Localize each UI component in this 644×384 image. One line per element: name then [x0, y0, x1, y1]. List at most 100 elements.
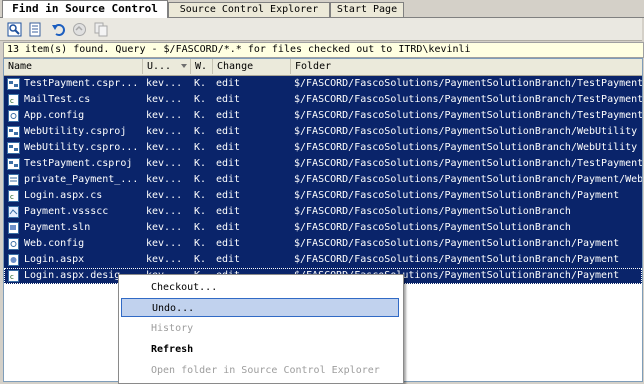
cell-change: edit	[216, 94, 241, 105]
copy-icon	[94, 22, 108, 36]
cell-workspace: K.	[194, 254, 207, 265]
open-file-button[interactable]	[27, 21, 44, 37]
find-icon	[7, 22, 22, 36]
copy-button[interactable]	[93, 21, 110, 37]
cell-change: edit	[216, 126, 241, 137]
cell-user: kev...	[146, 222, 183, 233]
undo-icon	[52, 23, 65, 36]
menu-item-refresh[interactable]: Refresh	[121, 340, 399, 359]
cell-user: kev...	[146, 206, 183, 217]
table-row[interactable]: Payment.sln kev... K. edit $/FASCORD/FascoSo…	[4, 220, 642, 236]
config-file-icon	[7, 110, 20, 122]
cell-change: edit	[216, 110, 241, 121]
cs-file-icon: c	[7, 190, 20, 202]
cell-change: edit	[216, 254, 241, 265]
cell-name: private_Payment_...	[24, 174, 139, 185]
column-header-name[interactable]: Name	[4, 59, 143, 74]
cell-name: Login.aspx.cs	[24, 190, 103, 201]
menu-item-history: History	[151, 323, 194, 334]
cell-folder: $/FASCORD/FascoSolutions/PaymentSolution…	[294, 206, 571, 217]
menu-item-undo[interactable]: Undo...	[121, 298, 399, 317]
toolbar	[0, 18, 642, 41]
tab-find-in-source-control[interactable]: Find in Source Control	[2, 0, 168, 18]
file-icon	[7, 174, 20, 186]
table-row[interactable]: private_Payment_... kev... K. edit $/FASCORD…	[4, 172, 642, 188]
column-header-label: U...	[147, 61, 172, 72]
table-row[interactable]: WebUtility.cspro... kev... K. edit $/FASCORD…	[4, 140, 642, 156]
cs-file-icon: c	[7, 270, 20, 282]
scc-file-icon	[7, 206, 20, 218]
cell-user: kev...	[146, 110, 183, 121]
cell-folder: $/FASCORD/FascoSolutions/PaymentSolution…	[294, 94, 642, 105]
solution-file-icon	[7, 222, 20, 234]
tab-label: Find in Source Control	[12, 2, 158, 15]
menu-item-checkout[interactable]: Checkout...	[121, 278, 399, 297]
cell-folder: $/FASCORD/FascoSolutions/PaymentSolution…	[294, 142, 638, 153]
cell-change: edit	[216, 206, 241, 217]
cell-workspace: K.	[194, 78, 207, 89]
document-tab-strip: Find in Source Control Source Control Ex…	[0, 0, 644, 18]
context-menu: Checkout... Undo... History Refresh Open…	[118, 274, 404, 384]
cell-name: TestPayment.csproj	[24, 158, 133, 169]
cell-user: kev...	[146, 238, 183, 249]
disabled-action-button[interactable]	[71, 21, 88, 37]
cell-workspace: K.	[194, 190, 207, 201]
column-header-workspace[interactable]: W.	[191, 59, 213, 74]
cell-workspace: K.	[194, 94, 207, 105]
cell-user: kev...	[146, 142, 183, 153]
table-row[interactable]: c Login.aspx.cs kev... K. edit $/FASCORD/Fasc…	[4, 188, 642, 204]
table-row[interactable]: WebUtility.csproj kev... K. edit $/FASCORD/F…	[4, 124, 642, 140]
column-header-row: Name U... W. Change Folder	[4, 59, 642, 76]
tab-label: Source Control Explorer	[179, 4, 319, 15]
svg-text:c: c	[10, 193, 14, 201]
cell-name: Login.aspx	[24, 254, 85, 265]
open-file-icon	[29, 22, 41, 36]
cell-folder: $/FASCORD/FascoSolutions/PaymentSolution…	[294, 78, 642, 89]
cell-change: edit	[216, 222, 241, 233]
cell-workspace: K.	[194, 142, 207, 153]
cell-workspace: K.	[194, 126, 207, 137]
table-row[interactable]: Login.aspx kev... K. edit $/FASCORD/FascoSol…	[4, 252, 642, 268]
table-row[interactable]: App.config kev... K. edit $/FASCORD/FascoSol…	[4, 108, 642, 124]
cell-workspace: K.	[194, 238, 207, 249]
undo-button[interactable]	[50, 21, 67, 37]
cell-change: edit	[216, 174, 241, 185]
sort-descending-icon	[181, 64, 187, 68]
column-header-change[interactable]: Change	[213, 59, 291, 74]
table-row[interactable]: TestPayment.csproj kev... K. edit $/FASCORD/…	[4, 156, 642, 172]
cell-user: kev...	[146, 78, 183, 89]
cell-name: WebUtility.cspro...	[24, 142, 139, 153]
cell-user: kev...	[146, 94, 183, 105]
table-row[interactable]: c MailTest.cs kev... K. edit $/FASCORD/FascoS…	[4, 92, 642, 108]
project-icon	[7, 142, 20, 154]
aspx-file-icon	[7, 254, 20, 266]
cell-folder: $/FASCORD/FascoSolutions/PaymentSolution…	[294, 222, 571, 233]
cell-change: edit	[216, 158, 241, 169]
cell-folder: $/FASCORD/FascoSolutions/PaymentSolution…	[294, 158, 642, 169]
tab-label: Start Page	[336, 4, 398, 15]
cell-folder: $/FASCORD/FascoSolutions/PaymentSolution…	[294, 190, 620, 201]
table-row[interactable]: Payment.vssscc kev... K. edit $/FASCORD/Fasc…	[4, 204, 642, 220]
tab-start-page[interactable]: Start Page	[330, 2, 404, 17]
cell-name: Web.config	[24, 238, 85, 249]
tab-source-control-explorer[interactable]: Source Control Explorer	[168, 2, 330, 17]
column-header-user[interactable]: U...	[143, 59, 191, 74]
cell-name: MailTest.cs	[24, 94, 91, 105]
cell-change: edit	[216, 78, 241, 89]
cs-file-icon: c	[7, 94, 20, 106]
table-row[interactable]: Web.config kev... K. edit $/FASCORD/FascoSol…	[4, 236, 642, 252]
cell-user: kev...	[146, 190, 183, 201]
cell-change: edit	[216, 142, 241, 153]
cell-change: edit	[216, 190, 241, 201]
svg-text:c: c	[10, 97, 14, 105]
cell-folder: $/FASCORD/FascoSolutions/PaymentSolution…	[294, 110, 642, 121]
cell-workspace: K.	[194, 110, 207, 121]
column-header-folder[interactable]: Folder	[291, 59, 642, 74]
config-file-icon	[7, 238, 20, 250]
cell-change: edit	[216, 238, 241, 249]
cell-workspace: K.	[194, 206, 207, 217]
table-row[interactable]: TestPayment.cspr... kev... K. edit $/FASCORD…	[4, 76, 642, 92]
find-button[interactable]	[6, 21, 23, 37]
cell-name: App.config	[24, 110, 85, 121]
project-icon	[7, 158, 20, 170]
